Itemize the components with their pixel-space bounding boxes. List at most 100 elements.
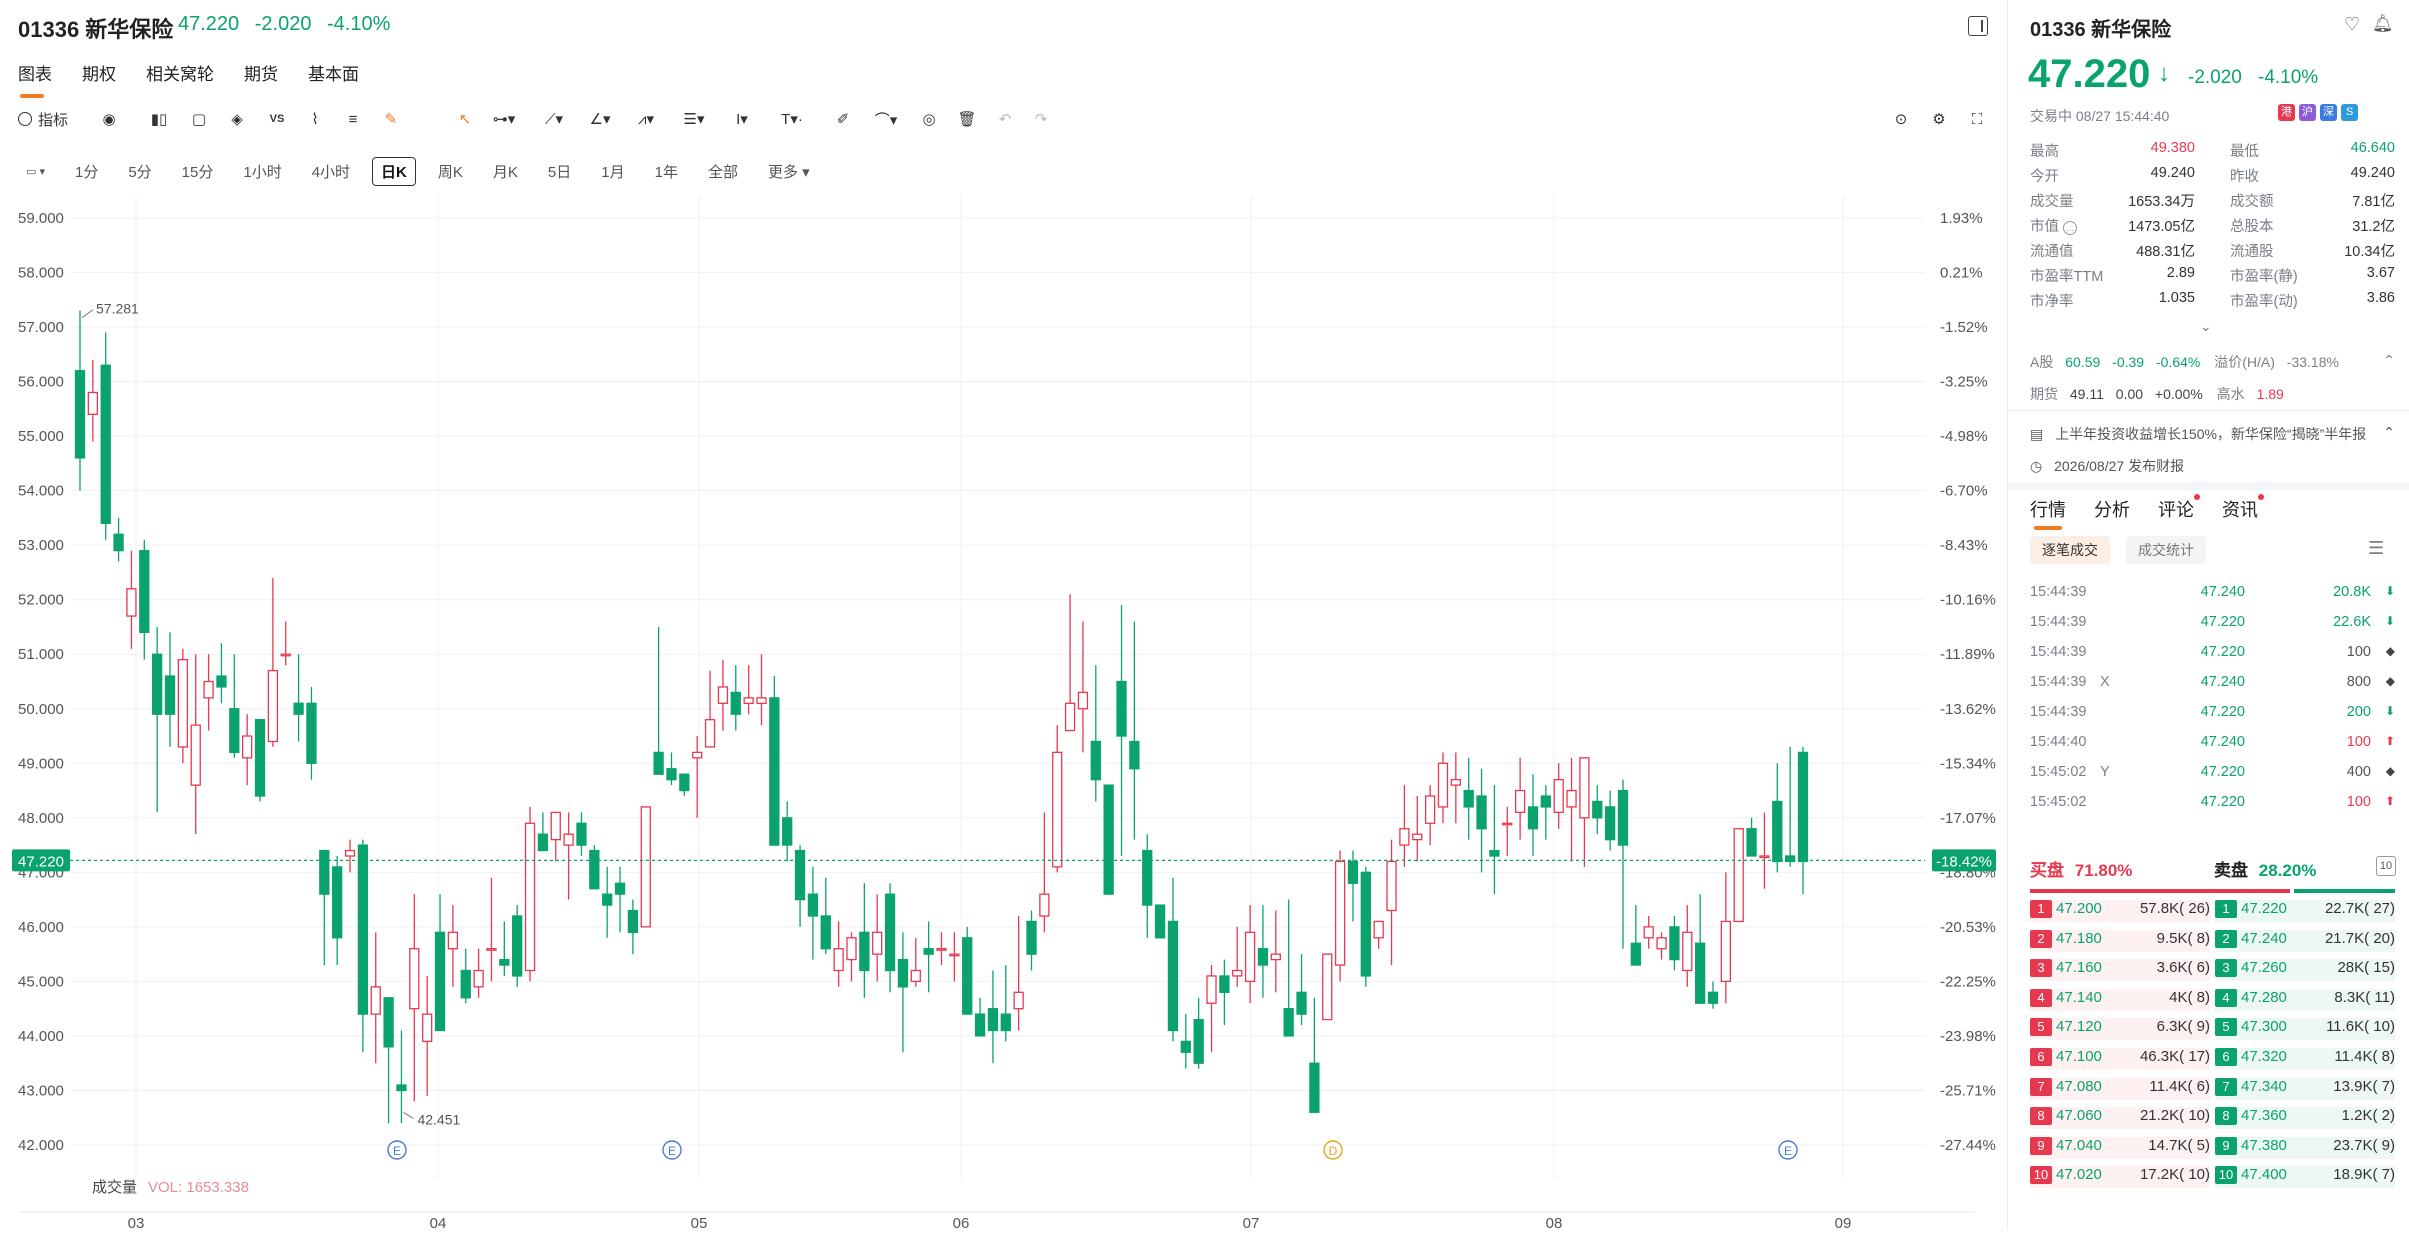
tab-news[interactable]: 资讯 xyxy=(2222,494,2264,522)
line-tool-icon[interactable]: ⊶▾ xyxy=(488,108,520,130)
candle-up xyxy=(1322,953,1333,1021)
candle-down xyxy=(357,844,369,1015)
bid-row[interactable]: 4 47.140 4K( 8) xyxy=(2030,988,2210,1011)
stat-label: 市盈率(静) xyxy=(2230,269,2298,285)
ask-row[interactable]: 6 47.320 11.4K( 8) xyxy=(2215,1048,2395,1070)
angle-tool-icon[interactable]: ∠▾ xyxy=(584,108,616,130)
brush-tool-icon[interactable]: ✐ xyxy=(832,108,854,130)
bid-row[interactable]: 5 47.120 6.3K( 9) xyxy=(2030,1018,2210,1041)
tab-analysis[interactable]: 分析 xyxy=(2094,496,2130,522)
text-lines-icon[interactable]: ≡ xyxy=(342,108,364,130)
ask-row[interactable]: 7 47.340 13.9K( 7) xyxy=(2215,1077,2395,1100)
period-5d[interactable]: 5日 xyxy=(540,158,579,185)
fullscreen-icon[interactable]: ⛶ xyxy=(1966,108,1988,130)
indicator-icon xyxy=(18,112,32,126)
period-weekly[interactable]: 周K xyxy=(430,158,471,185)
panel-price: 47.220 xyxy=(2028,52,2151,96)
ask-row[interactable]: 10 47.400 18.9K( 7) xyxy=(2215,1166,2395,1189)
expand-chevron-icon[interactable]: ⌄ xyxy=(2200,318,2212,335)
trend-tool-icon[interactable]: ⟋▾ xyxy=(538,108,570,130)
bid-row[interactable]: 9 47.040 14.7K( 5) xyxy=(2030,1136,2210,1159)
measure-tool-icon[interactable]: I▾ xyxy=(726,108,758,130)
tab-fundamentals[interactable]: 基本面 xyxy=(308,60,359,96)
camera-icon[interactable]: ⊙ xyxy=(1890,108,1912,130)
ask-row[interactable]: 2 47.240 21.7K( 20) xyxy=(2215,929,2395,952)
text-tool-icon[interactable]: T▾· xyxy=(772,108,812,130)
collapse-news-icon[interactable]: ⌃ xyxy=(2383,424,2395,441)
ask-row[interactable]: 8 47.360 1.2K( 2) xyxy=(2215,1107,2395,1130)
premium-value: -33.18% xyxy=(2286,354,2339,370)
period-5m[interactable]: 5分 xyxy=(120,158,159,185)
settings-icon[interactable]: ⚙ xyxy=(1928,108,1950,130)
ask-row[interactable]: 5 47.300 11.6K( 10) xyxy=(2215,1018,2395,1041)
bid-volume: 4K( 8) xyxy=(2169,988,2210,1006)
ask-volume: 21.7K( 20) xyxy=(2324,929,2395,947)
indicator-button[interactable]: 指标 xyxy=(18,108,78,130)
list-menu-icon[interactable]: ☰ xyxy=(2368,538,2384,559)
period-1h[interactable]: 1小时 xyxy=(235,158,289,185)
alert-bell-icon[interactable]: 🔔︎ xyxy=(2372,14,2394,34)
period-all[interactable]: 全部 xyxy=(700,158,746,185)
subtab-trade-stats[interactable]: 成交统计 xyxy=(2126,536,2206,564)
tab-options[interactable]: 期权 xyxy=(82,60,116,96)
square-icon[interactable]: ▢ xyxy=(188,108,210,130)
depth-toggle[interactable]: 10 xyxy=(2376,856,2396,876)
layout-dropdown-icon[interactable]: ▭ ▾ xyxy=(18,162,53,181)
bid-row[interactable]: 10 47.020 17.2K( 10) xyxy=(2030,1166,2210,1189)
ask-row[interactable]: 1 47.220 22.7K( 27) xyxy=(2215,900,2395,922)
period-more[interactable]: 更多 ▾ xyxy=(760,158,818,185)
tab-comments[interactable]: 评论 xyxy=(2158,494,2200,522)
period-monthly[interactable]: 月K xyxy=(485,158,526,185)
replay-icon[interactable]: ◉ xyxy=(98,108,120,130)
fib-tool-icon[interactable]: ☰▾ xyxy=(678,108,710,130)
bid-row[interactable]: 3 47.160 3.6K( 6) xyxy=(2030,959,2210,982)
period-1mo[interactable]: 1月 xyxy=(593,158,632,185)
news-row[interactable]: ▤ 上半年投资收益增长150%，新华保险“揭晓”半年报 ⌃ xyxy=(2030,424,2395,444)
cursor-icon[interactable]: ↖ xyxy=(454,108,476,130)
candle-type-icon[interactable]: ▮▯ xyxy=(148,108,170,130)
trash-icon[interactable]: 🗑 xyxy=(956,108,978,130)
tab-warrants[interactable]: 相关窝轮 xyxy=(146,60,214,96)
collapse-chevron-icon[interactable]: ⌃ xyxy=(2383,352,2395,369)
period-1y[interactable]: 1年 xyxy=(647,158,686,185)
pen-icon[interactable]: ✎ xyxy=(380,108,402,130)
ask-row[interactable]: 9 47.380 23.7K( 9) xyxy=(2215,1136,2395,1159)
period-daily[interactable]: 日K xyxy=(372,156,416,186)
tab-futures[interactable]: 期货 xyxy=(244,60,278,96)
info-icon[interactable]: … xyxy=(2063,221,2078,235)
volume-value: VOL: 1653.338 xyxy=(148,1179,249,1196)
candle-up xyxy=(473,969,484,988)
undo-icon[interactable]: ↶ xyxy=(994,108,1016,130)
candlestick-chart[interactable]: 59.000 1.93% 58.000 0.21% 57.000 -1.52% 56.000… xyxy=(0,195,2005,1232)
collapse-panel-icon[interactable] xyxy=(1968,16,1988,36)
chart-type-icon[interactable]: ⌇ xyxy=(304,108,326,130)
bid-row[interactable]: 6 47.100 46.3K( 17) xyxy=(2030,1048,2210,1070)
candle-down xyxy=(100,364,111,525)
stat-value: 1473.05亿 xyxy=(2128,219,2195,235)
layers-icon[interactable]: ◈ xyxy=(226,108,248,130)
shape-tool-icon[interactable]: ⌒▾ xyxy=(868,108,904,130)
tab-chart[interactable]: 图表 xyxy=(18,60,52,98)
eye-icon[interactable]: ◎ xyxy=(918,108,940,130)
bid-row[interactable]: 2 47.180 9.5K( 8) xyxy=(2030,929,2210,952)
favorite-icon[interactable]: ♡ xyxy=(2344,14,2360,35)
redo-icon[interactable]: ↷ xyxy=(1030,108,1052,130)
chart-area[interactable]: 59.000 1.93% 58.000 0.21% 57.000 -1.52% 56.000… xyxy=(0,195,2005,1232)
period-4h[interactable]: 4小时 xyxy=(304,158,358,185)
bid-row[interactable]: 7 47.080 11.4K( 6) xyxy=(2030,1077,2210,1100)
ask-row[interactable]: 3 47.260 28K( 15) xyxy=(2215,959,2395,982)
bid-row[interactable]: 1 47.200 57.8K( 26) xyxy=(2030,900,2210,922)
ask-price: 47.300 xyxy=(2241,1018,2287,1036)
bid-price: 47.140 xyxy=(2056,988,2102,1006)
period-15m[interactable]: 15分 xyxy=(174,158,222,185)
candle-down xyxy=(139,549,150,634)
subtab-tick-trades[interactable]: 逐笔成交 xyxy=(2030,536,2110,564)
ask-row[interactable]: 4 47.280 8.3K( 11) xyxy=(2215,988,2395,1011)
stat-label: 今开 xyxy=(2030,169,2059,185)
period-1m[interactable]: 1分 xyxy=(67,158,106,185)
tab-quotes[interactable]: 行情 xyxy=(2030,496,2066,530)
report-row[interactable]: ◷ 2026/08/27 发布财报 xyxy=(2030,456,2184,476)
pattern-tool-icon[interactable]: ⩘▾ xyxy=(630,108,662,130)
vs-icon[interactable]: VS xyxy=(266,108,288,130)
bid-row[interactable]: 8 47.060 21.2K( 10) xyxy=(2030,1107,2210,1130)
